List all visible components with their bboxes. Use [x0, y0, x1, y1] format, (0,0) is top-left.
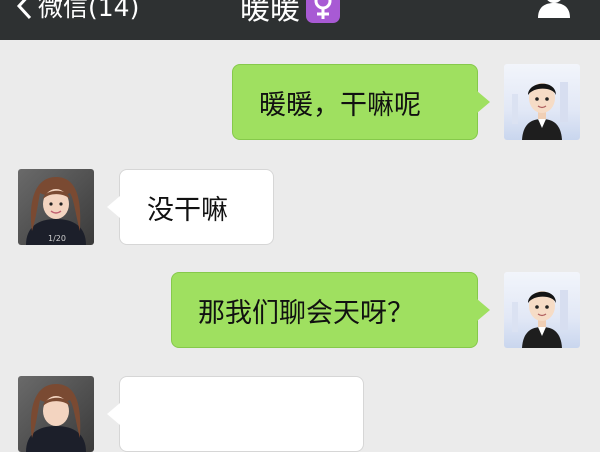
- contact-info-button[interactable]: [536, 0, 572, 18]
- gender-badge: [306, 0, 340, 23]
- message-bubble-outgoing[interactable]: 那我们聊会天呀？: [171, 272, 490, 348]
- message-list[interactable]: 暖暖，干嘛呢 1/20 没干嘛 那我们聊会天呀？: [0, 40, 600, 452]
- back-label: 微信(14): [38, 0, 140, 22]
- svg-text:1/20: 1/20: [48, 234, 66, 243]
- female-symbol-icon: [314, 0, 332, 19]
- message-bubble-incoming[interactable]: [107, 376, 364, 452]
- chevron-left-icon: [16, 0, 32, 20]
- self-avatar[interactable]: [504, 272, 580, 348]
- self-avatar[interactable]: [504, 64, 580, 140]
- chat-title-area: 暖暖: [240, 0, 340, 27]
- back-button[interactable]: 微信(14): [16, 0, 139, 26]
- chat-header: 微信(14) 暖暖: [0, 0, 600, 40]
- message-bubble-incoming[interactable]: 没干嘛: [107, 169, 274, 245]
- contact-avatar[interactable]: 1/20: [18, 169, 94, 245]
- message-bubble-outgoing[interactable]: 暖暖，干嘛呢: [232, 64, 490, 140]
- person-icon: [538, 0, 570, 18]
- message-text: 暖暖，干嘛呢: [259, 89, 421, 121]
- message-text: 没干嘛: [147, 194, 228, 226]
- message-text: 那我们聊会天呀？: [198, 297, 414, 329]
- chat-title: 暖暖: [240, 0, 300, 27]
- contact-avatar[interactable]: [18, 376, 94, 452]
